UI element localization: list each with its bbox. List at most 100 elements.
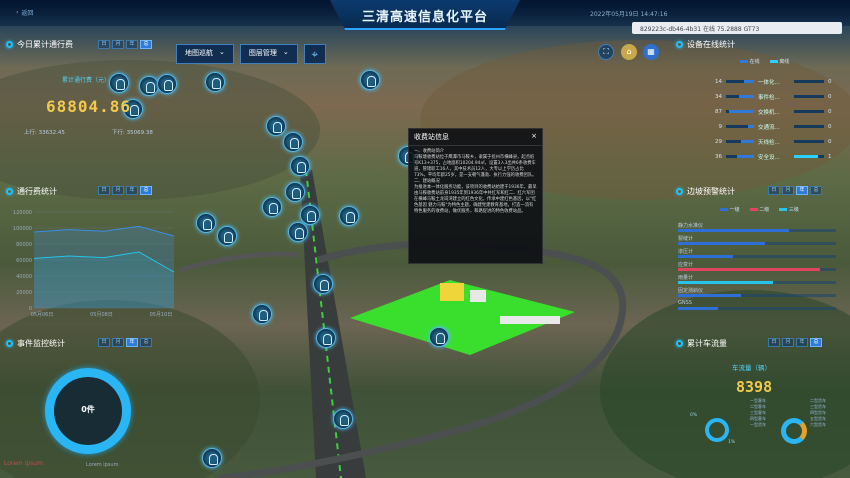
tab-total[interactable]: 总 [140, 186, 152, 195]
left-ring-pct: 0% [690, 413, 698, 418]
toll-inbound: 上行: 33632.45 [24, 130, 65, 136]
device-online-count: 29 [715, 138, 722, 145]
title-bullet-icon [676, 188, 683, 195]
tab-total[interactable]: 总 [810, 186, 822, 195]
vehicle-flow-tabs: 日月年总 [768, 338, 822, 347]
close-icon[interactable]: × [531, 132, 537, 142]
tab-year[interactable]: 年 [126, 338, 138, 347]
device-online-count: 36 [715, 153, 722, 160]
y-tick-label: 80000 [16, 242, 32, 248]
tab-year[interactable]: 年 [796, 186, 808, 195]
legend-online: 在线 [740, 58, 760, 65]
tab-month[interactable]: 月 [112, 338, 124, 347]
chevron-down-icon: ⌄ [282, 48, 289, 56]
camera-marker[interactable] [262, 197, 282, 217]
camera-marker[interactable] [205, 72, 225, 92]
camera-marker[interactable] [313, 274, 333, 294]
layer-manager-dropdown[interactable]: 图层管理 ⌄ [239, 44, 298, 64]
camera-marker[interactable] [196, 213, 216, 233]
tab-total[interactable]: 总 [140, 338, 152, 347]
slope-row-track [678, 229, 836, 232]
camera-marker[interactable] [333, 409, 353, 429]
device-online-bar [726, 110, 754, 113]
camera-marker[interactable] [252, 304, 272, 324]
device-name: 事件检... [758, 94, 780, 101]
slope-legend: 一级 二级 三级 [720, 206, 799, 213]
camera-marker[interactable] [217, 226, 237, 246]
locate-icon[interactable]: ⌖ [303, 44, 326, 64]
camera-marker[interactable] [202, 448, 222, 468]
back-button[interactable]: ‹ 返回 [16, 8, 33, 17]
vehicle-legend-item: 二型客车 [750, 404, 766, 409]
title-bullet-icon [6, 340, 13, 347]
legend-offline: 离线 [769, 58, 789, 65]
tab-total[interactable]: 总 [140, 40, 152, 49]
vehicle-legend-item: 一型货车 [750, 422, 766, 427]
camera-marker[interactable] [266, 116, 286, 136]
camera-marker[interactable] [290, 156, 310, 176]
legend-level-2: 二级 [749, 206, 769, 213]
tab-day[interactable]: 日 [98, 338, 110, 347]
tab-year[interactable]: 年 [126, 40, 138, 49]
slope-row-track [678, 242, 836, 245]
vehicle-legend-item: 六型货车 [810, 422, 826, 427]
device-offline-bar [794, 80, 824, 83]
camera-marker[interactable] [283, 132, 303, 152]
slope-warn-tabs: 日月年总 [768, 186, 822, 195]
device-name: 一体化... [758, 79, 780, 86]
camera-marker[interactable] [429, 327, 449, 347]
camera-marker[interactable] [360, 70, 380, 90]
fullscreen-icon[interactable]: ⛶ [598, 44, 614, 60]
vehicle-legend-item: 三型货车 [810, 404, 826, 409]
device-name: 天线检... [758, 139, 780, 146]
camera-marker[interactable] [300, 205, 320, 225]
tab-day[interactable]: 日 [768, 186, 780, 195]
slope-row-bar [678, 268, 821, 271]
camera-marker[interactable] [109, 73, 129, 93]
tab-month[interactable]: 月 [782, 338, 794, 347]
toll-sublabel: 累计通行费（元） [62, 77, 111, 84]
tab-total[interactable]: 总 [810, 338, 822, 347]
camera-marker[interactable] [316, 328, 336, 348]
slope-row-bar [678, 307, 718, 310]
tab-month[interactable]: 月 [112, 40, 124, 49]
device-name: 交换机... [758, 109, 780, 116]
camera-marker[interactable] [139, 76, 159, 96]
camera-marker[interactable] [288, 222, 308, 242]
toll-station-popup[interactable]: 收费站信息 × 一、收费站简介 马鞍塘收费站位于鹰潭市马鞍乡，隶属于抚州市横峰县，… [408, 128, 543, 264]
camera-marker[interactable] [339, 206, 359, 226]
device-stats-title: 设备在线统计 [676, 39, 735, 50]
map-cruise-dropdown[interactable]: 地图巡航 ⌄ [176, 44, 234, 64]
tab-year[interactable]: 年 [126, 186, 138, 195]
legend-level-3: 三级 [779, 206, 799, 213]
camera-marker[interactable] [285, 182, 305, 202]
device-online-count: 14 [715, 78, 722, 85]
y-tick-label: 40000 [16, 274, 32, 280]
toll-stats-title: 通行费统计 [6, 186, 57, 197]
slope-row-bar [678, 229, 789, 232]
toll-chart: 12000010000080000600004000020000005月06日 0… [13, 210, 175, 318]
event-legend-blue: Lorem ipsum [86, 462, 119, 468]
slope-row-bar [678, 294, 742, 297]
map-toolbar: 地图巡航 ⌄ 图层管理 ⌄ ⌖ [176, 44, 326, 64]
tab-day[interactable]: 日 [98, 40, 110, 49]
grid-icon[interactable]: ▦ [643, 44, 659, 60]
tab-month[interactable]: 月 [782, 186, 794, 195]
device-offline-bar [794, 95, 824, 98]
tab-month[interactable]: 月 [112, 186, 124, 195]
map-viewport[interactable]: 三清高速信息化平台 ‹ 返回 2022年05月19日 14:47:16 82922… [0, 0, 850, 478]
vehicle-sublabel: 车流量（辆） [732, 364, 771, 372]
tab-day[interactable]: 日 [98, 186, 110, 195]
camera-marker[interactable] [157, 74, 177, 94]
tab-day[interactable]: 日 [768, 338, 780, 347]
popup-header: 收费站信息 × [409, 129, 542, 146]
tab-year[interactable]: 年 [796, 338, 808, 347]
device-offline-count: 0 [828, 138, 832, 145]
device-row: 14 一体化... 0 [700, 74, 840, 89]
left-ring [705, 418, 729, 442]
slope-row: 渗压计 [678, 248, 838, 261]
toll-building[interactable] [440, 283, 464, 301]
event-monitor-title: 事件监控统计 [6, 338, 65, 349]
home-icon[interactable]: ⌂ [621, 44, 637, 60]
today-traffic-tabs: 日月年总 [98, 40, 152, 49]
